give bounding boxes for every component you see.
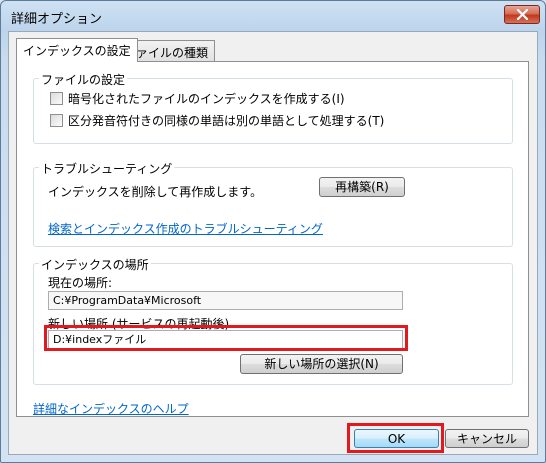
select-location-button[interactable]: 新しい場所の選択(N) <box>240 354 403 374</box>
encrypt-index-checkbox[interactable] <box>50 92 63 105</box>
close-button[interactable] <box>504 5 540 24</box>
diacritics-label: 区分発音符付きの同様の単語は別の単語として処理する(T) <box>68 114 385 128</box>
troubleshoot-link[interactable]: 検索とインデックス作成のトラブルシューティング <box>48 220 323 237</box>
dialog-client-area: インデックスの設定 ファイルの種類 ファイルの設定 暗号化されたファイルのインデ… <box>8 31 538 455</box>
window-title: 詳細オプション <box>11 12 103 27</box>
close-icon <box>516 9 529 20</box>
current-location-label: 現在の場所: <box>48 276 113 290</box>
encrypt-index-label: 暗号化されたファイルのインデックスを作成する(I) <box>68 92 345 106</box>
rebuild-button[interactable]: 再構築(R) <box>319 177 405 197</box>
ok-button[interactable]: OK <box>354 429 439 448</box>
current-location-field: C:¥ProgramData¥Microsoft <box>48 291 403 310</box>
diacritics-checkbox[interactable] <box>50 114 63 127</box>
rebuild-description: インデックスを削除して再作成します。 <box>48 185 263 199</box>
tab-label: インデックスの設定 <box>23 44 131 58</box>
index-location-legend: インデックスの場所 <box>39 256 151 273</box>
dialog-window: 詳細オプション インデックスの設定 ファイルの種類 ファイルの設定 暗号化された… <box>0 0 546 463</box>
tab-panel: ファイルの設定 暗号化されたファイルのインデックスを作成する(I) 区分発音符付… <box>16 61 529 417</box>
tab-index-settings[interactable]: インデックスの設定 <box>16 38 138 62</box>
troubleshoot-legend: トラブルシューティング <box>39 160 175 177</box>
new-location-field[interactable]: D:¥indexファイル <box>48 330 403 349</box>
advanced-help-link[interactable]: 詳細なインデックスのヘルプ <box>33 400 189 417</box>
cancel-button[interactable]: キャンセル <box>445 429 529 448</box>
file-settings-legend: ファイルの設定 <box>39 71 128 88</box>
